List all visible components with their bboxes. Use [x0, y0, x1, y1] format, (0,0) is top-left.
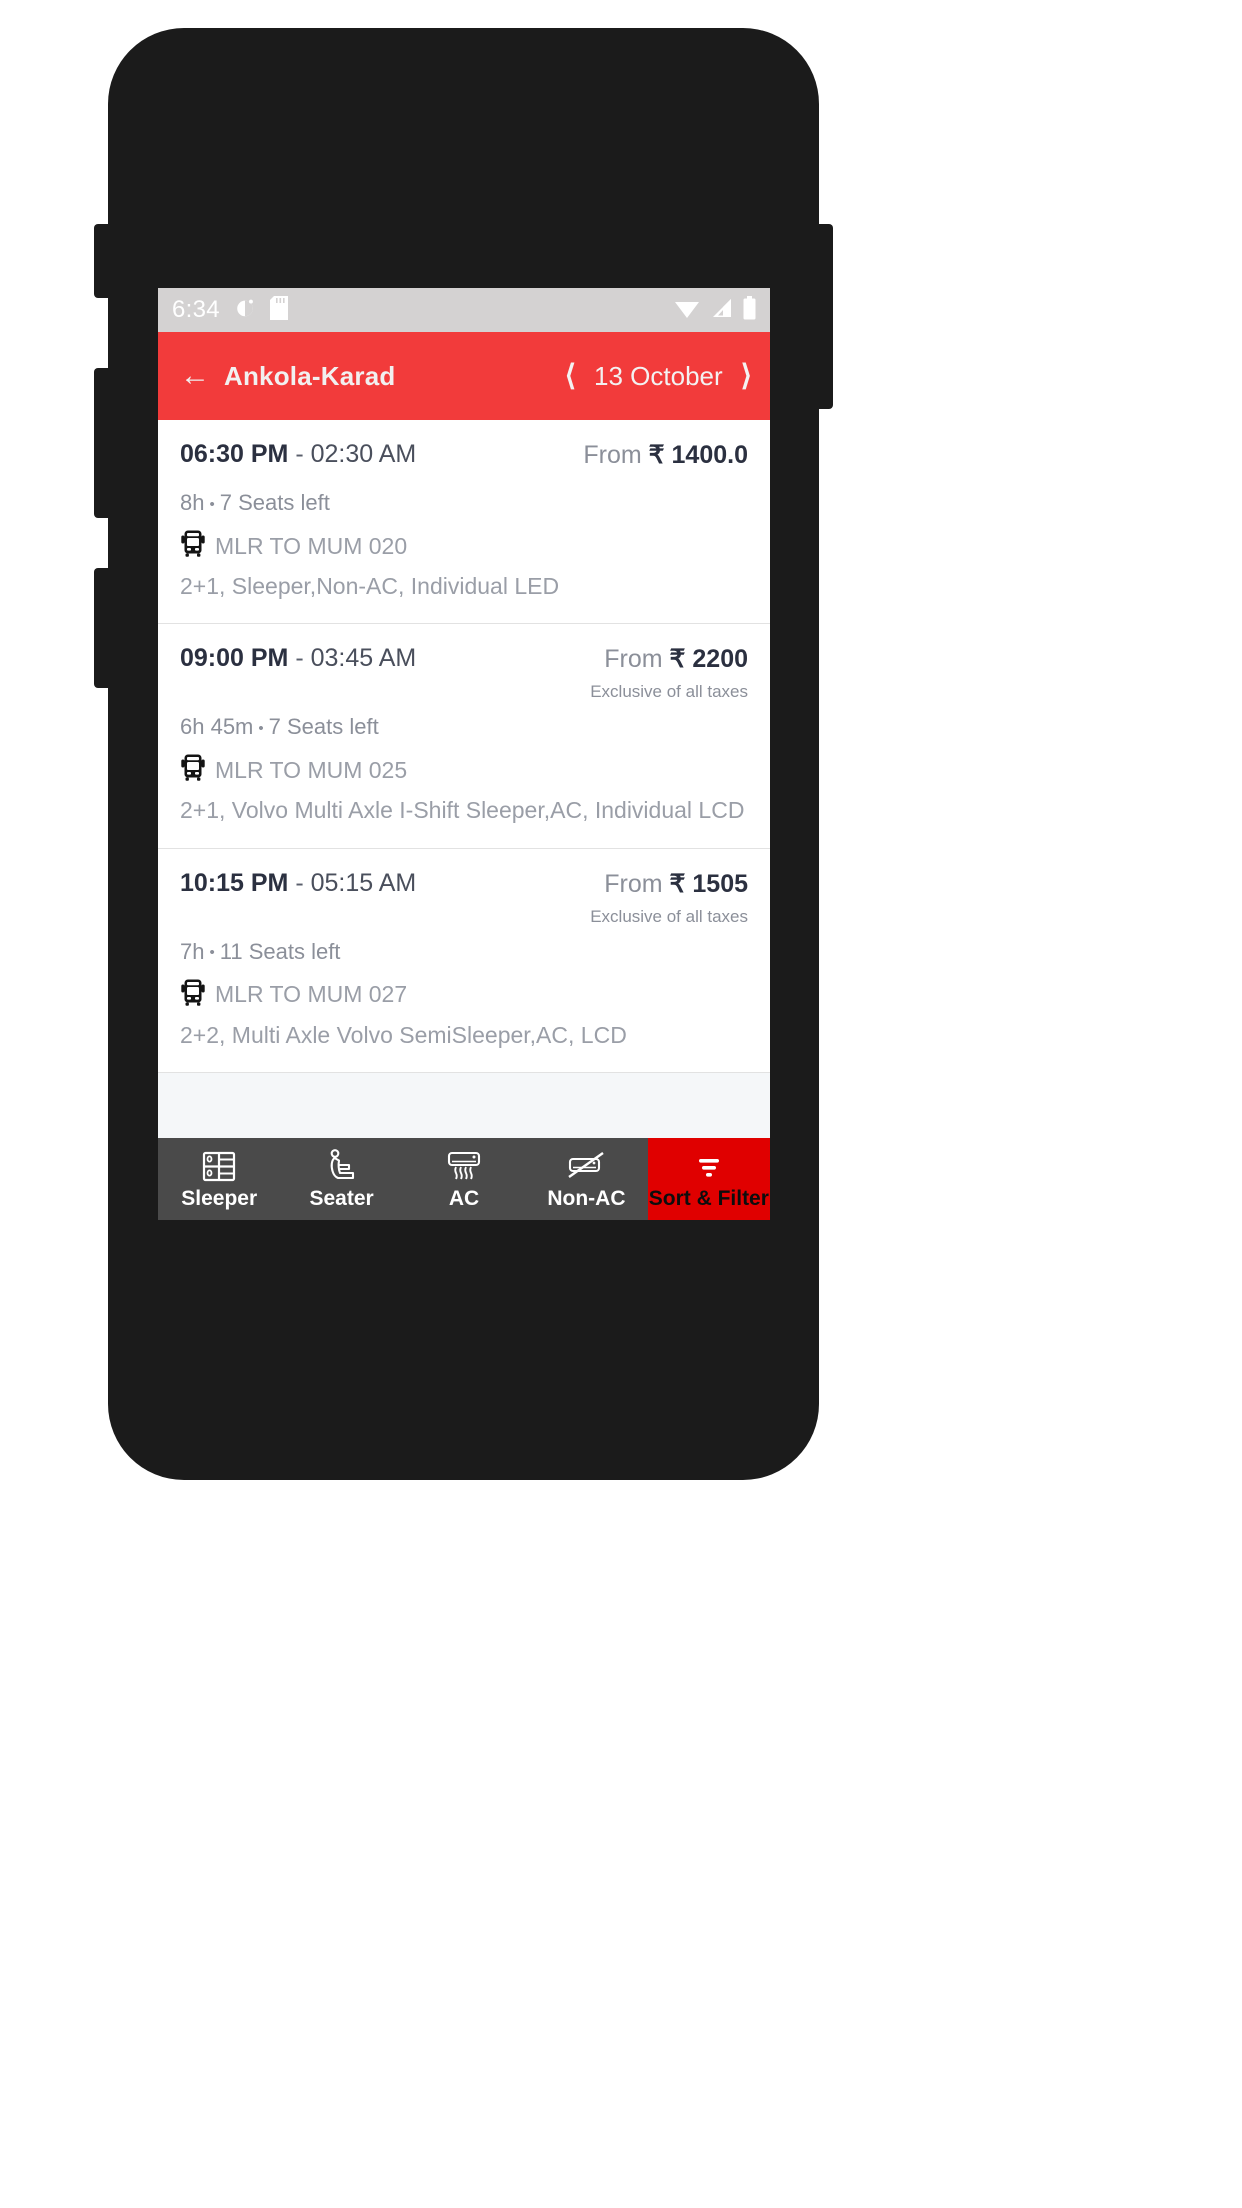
air-conditioner-off-icon: [566, 1148, 606, 1182]
app-bar: ← Ankola-Karad ⟨ 13 October ⟩: [158, 332, 770, 420]
bus-icon: [180, 754, 206, 786]
sd-card-icon: [269, 295, 288, 325]
bus-description: 2+2, Multi Axle Volvo SemiSleeper,AC, LC…: [180, 1021, 627, 1048]
arrival-time: 02:30 AM: [310, 440, 417, 468]
filter-sleeper-label: Sleeper: [181, 1186, 258, 1210]
departure-time: 09:00 PM: [180, 644, 289, 673]
bus-meta: 6h 45m • 7 Seats left: [180, 714, 748, 740]
seat-icon: [325, 1148, 359, 1182]
date-selector: ⟨ 13 October ⟩: [565, 361, 752, 392]
fare: From ₹ 2200: [590, 644, 748, 674]
status-bar-left-group: 6:34: [172, 295, 288, 325]
fare-from-label: From: [604, 869, 663, 898]
filter-ac-label: AC: [448, 1186, 480, 1210]
fare-amount: ₹ 1400.0: [648, 441, 748, 469]
phone-side-button-left-bottom[interactable]: [94, 568, 110, 688]
bus-card-header: 10:15 PM - 05:15 AM From ₹ 1505 Exclusiv…: [180, 869, 748, 927]
bus-icon: [180, 979, 206, 1011]
bus-meta: 7h • 11 Seats left: [180, 939, 748, 965]
time-separator: -: [295, 644, 304, 673]
fare-amount: ₹ 1505: [669, 869, 748, 898]
time-separator: -: [295, 868, 304, 897]
filter-non-ac-label: Non-AC: [547, 1186, 626, 1210]
bus-description: 2+1, Sleeper,Non-AC, Individual LED: [180, 573, 560, 599]
filter-ac[interactable]: AC: [403, 1138, 525, 1220]
filter-seater-label: Seater: [309, 1186, 374, 1210]
fare-amount: ₹ 2200: [669, 645, 748, 674]
bus-results-list[interactable]: 06:30 PM - 02:30 AM From ₹ 1400.0 8h • 7 S…: [158, 420, 770, 1138]
bus-name: MLR TO MUM 020: [215, 532, 408, 559]
bus-timing: 10:15 PM - 05:15 AM: [180, 869, 416, 898]
status-bar: 6:34: [158, 288, 770, 332]
time-separator: -: [295, 440, 304, 468]
seats-left: 7 Seats left: [268, 714, 379, 740]
bus-result-card[interactable]: 06:30 PM - 02:30 AM From ₹ 1400.0 8h • 7 S…: [158, 420, 770, 625]
price-block: From ₹ 1400.0: [583, 440, 748, 478]
meta-bullet: •: [209, 944, 215, 962]
trip-duration: 7h: [180, 938, 205, 964]
tax-note: Exclusive of all taxes: [590, 682, 748, 702]
bus-operator-line: MLR TO MUM 025: [180, 754, 748, 786]
bus-operator-line: MLR TO MUM 020: [180, 530, 748, 562]
back-arrow-icon[interactable]: ←: [180, 361, 210, 391]
filter-seater[interactable]: Seater: [280, 1138, 402, 1220]
bus-operator-line: MLR TO MUM 027: [180, 979, 748, 1011]
bus-card-header: 09:00 PM - 03:45 AM From ₹ 2200 Exclusiv…: [180, 644, 748, 702]
bus-timing: 06:30 PM - 02:30 AM: [180, 440, 416, 469]
fare-from-label: From: [583, 441, 642, 469]
status-bar-right-group: [674, 295, 756, 325]
filter-non-ac[interactable]: Non-AC: [525, 1138, 647, 1220]
air-conditioner-icon: [445, 1148, 483, 1182]
bus-result-card[interactable]: 10:15 PM - 05:15 AM From ₹ 1505 Exclusiv…: [158, 848, 770, 1074]
wifi-icon: [674, 297, 700, 324]
departure-time: 10:15 PM: [180, 868, 289, 897]
chevron-right-icon[interactable]: ⟩: [741, 361, 752, 391]
phone-side-button-left-top[interactable]: [94, 224, 110, 298]
signal-icon: [710, 297, 733, 324]
meta-bullet: •: [258, 720, 264, 738]
phone-side-button-left-middle[interactable]: [94, 368, 110, 518]
bus-result-card[interactable]: 09:00 PM - 03:45 AM From ₹ 2200 Exclusiv…: [158, 624, 770, 849]
arrival-time: 03:45 AM: [310, 644, 417, 673]
filter-icon: [695, 1148, 723, 1182]
fare: From ₹ 1400.0: [583, 440, 748, 470]
filter-sleeper[interactable]: Sleeper: [158, 1138, 280, 1220]
price-block: From ₹ 1505 Exclusive of all taxes: [590, 869, 748, 927]
trip-duration: 6h 45m: [180, 714, 254, 740]
phone-screen: 6:34 ← Ankola-Karad ⟨ 13 October ⟩ 06:30…: [158, 288, 770, 1220]
dnd-icon: [234, 297, 256, 324]
phone-side-button-right[interactable]: [817, 224, 833, 409]
filter-sort-and-filter[interactable]: Sort & Filter: [647, 1138, 770, 1220]
page-title: Ankola-Karad: [224, 360, 396, 391]
bus-name: MLR TO MUM 027: [215, 981, 408, 1008]
trip-duration: 8h: [180, 490, 205, 515]
fare-from-label: From: [604, 645, 663, 674]
departure-time: 06:30 PM: [180, 440, 289, 468]
arrival-time: 05:15 AM: [310, 868, 417, 897]
bus-timing: 09:00 PM - 03:45 AM: [180, 644, 416, 673]
price-block: From ₹ 2200 Exclusive of all taxes: [590, 644, 748, 702]
bus-meta: 8h • 7 Seats left: [180, 490, 748, 516]
sleeper-berth-icon: [202, 1148, 236, 1182]
status-bar-clock: 6:34: [172, 296, 220, 323]
seats-left: 7 Seats left: [219, 490, 330, 515]
bus-icon: [180, 530, 206, 562]
bus-card-header: 06:30 PM - 02:30 AM From ₹ 1400.0: [180, 440, 748, 478]
battery-icon: [743, 295, 756, 325]
filter-sort-label: Sort & Filter: [648, 1186, 769, 1210]
selected-date-label: 13 October: [594, 360, 723, 391]
filter-bar: Sleeper Seater AC Non-AC Sort & Filter: [158, 1138, 770, 1220]
bus-name: MLR TO MUM 025: [215, 756, 408, 783]
chevron-left-icon[interactable]: ⟨: [565, 361, 576, 391]
tax-note: Exclusive of all taxes: [590, 906, 748, 926]
seats-left: 11 Seats left: [219, 938, 341, 964]
meta-bullet: •: [209, 495, 215, 513]
bus-description: 2+1, Volvo Multi Axle I-Shift Sleeper,AC…: [180, 797, 745, 824]
fare: From ₹ 1505: [590, 869, 748, 899]
